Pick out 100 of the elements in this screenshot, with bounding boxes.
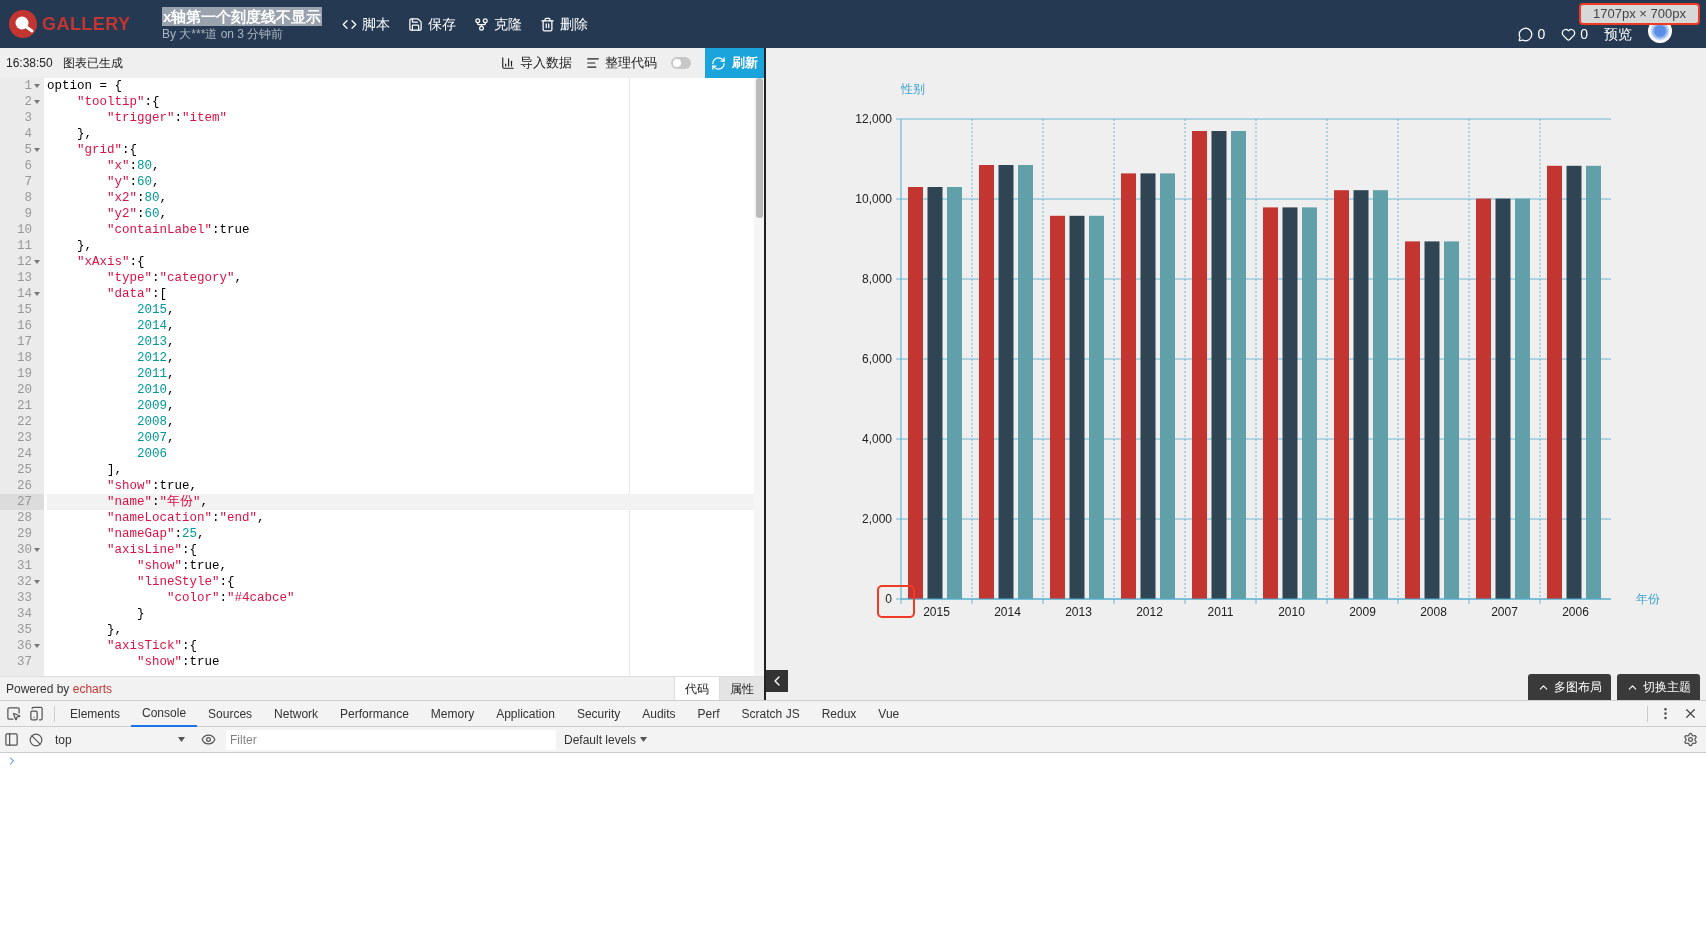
y-axis-label: 6,000	[861, 352, 892, 366]
toggle-switch[interactable]	[671, 57, 691, 69]
line-number: 4	[24, 125, 32, 143]
y-axis-label: 8,000	[861, 272, 892, 286]
line-number: 14	[17, 285, 32, 303]
code-line: 2008,	[136, 414, 175, 430]
line-number: 30	[17, 541, 32, 559]
line-number: 15	[17, 301, 32, 319]
devtools-tab[interactable]: Redux	[810, 700, 868, 727]
panel-tab[interactable]: 属性	[719, 677, 764, 700]
toolbar-button[interactable]: 删除	[540, 13, 589, 35]
chart-title: x轴第一个刻度线不显示	[162, 6, 323, 26]
devtools-tab[interactable]: Perf	[686, 700, 731, 727]
fold-caret-icon[interactable]	[34, 292, 40, 296]
text-lines-icon	[586, 56, 600, 70]
toolbar-button[interactable]: 克隆	[474, 13, 523, 35]
panel-button[interactable]: 多图布局	[1528, 674, 1611, 700]
fold-caret-icon[interactable]	[34, 260, 40, 264]
settings-icon[interactable]	[1683, 732, 1698, 747]
line-number: 6	[24, 157, 32, 175]
log-levels-dropdown[interactable]: Default levels	[564, 730, 648, 749]
code-line: ],	[106, 462, 122, 478]
y-axis-title: 性别	[901, 82, 925, 96]
code-line: 2006	[136, 446, 168, 462]
clear-console-icon[interactable]	[29, 732, 43, 747]
context-select[interactable]: top	[55, 730, 185, 749]
fold-caret-icon[interactable]	[34, 84, 40, 88]
devtools-tab[interactable]: Network	[263, 700, 330, 727]
toolbar-button[interactable]: 保存	[408, 13, 457, 35]
code-line: }	[136, 606, 145, 622]
code-line: option = {	[47, 78, 122, 94]
line-number: 28	[17, 509, 32, 527]
x-axis-label: 2012	[1136, 605, 1163, 619]
y-axis-label: 0	[885, 592, 892, 606]
inspect-icon[interactable]	[6, 706, 21, 721]
line-number: 16	[17, 317, 32, 335]
line-number: 20	[17, 381, 32, 399]
line-number: 26	[17, 477, 32, 495]
devtools-tab[interactable]: Audits	[631, 700, 687, 727]
scrollbar[interactable]	[754, 78, 764, 676]
logo-icon	[8, 9, 38, 39]
devtools-tab[interactable]: Elements	[59, 700, 132, 727]
devtools-tab[interactable]: Security	[565, 700, 632, 727]
x-axis-label: 2014	[994, 605, 1021, 619]
devtools-tab[interactable]: Application	[485, 700, 566, 727]
eye-icon[interactable]	[201, 732, 216, 747]
preview-button[interactable]: 预览	[1604, 23, 1632, 45]
x-axis-label: 2007	[1491, 605, 1518, 619]
device-icon[interactable]	[29, 706, 44, 721]
close-icon[interactable]	[1683, 706, 1698, 721]
devtools-tab[interactable]: Memory	[419, 700, 486, 727]
y-axis-label: 4,000	[861, 432, 892, 446]
line-number: 10	[17, 221, 32, 239]
toolbar-button[interactable]: 脚本	[342, 13, 391, 35]
x-axis-label: 2011	[1207, 605, 1234, 619]
sidebar-toggle-icon[interactable]	[4, 732, 19, 747]
fold-caret-icon[interactable]	[34, 644, 40, 648]
code-line: "show":true,	[106, 478, 198, 494]
code-line: "containLabel":true	[106, 222, 250, 238]
timestamp: 16:38:50	[6, 55, 53, 72]
heart-icon	[1561, 26, 1577, 42]
filter-field[interactable]: Filter	[226, 729, 556, 750]
line-number: 9	[24, 205, 32, 223]
line-number: 8	[24, 189, 32, 207]
code-line: "trigger":"item"	[106, 110, 228, 126]
comments-button[interactable]: 0	[1518, 23, 1546, 45]
code-line: "color":"#4cabce"	[166, 590, 295, 606]
code-line: "nameLocation":"end",	[106, 510, 265, 526]
devtools-tab[interactable]: Scratch JS	[730, 700, 811, 727]
line-number: 19	[17, 365, 32, 383]
comment-icon	[1518, 26, 1534, 42]
devtools-tab[interactable]: Vue	[867, 700, 911, 727]
devtools-tab[interactable]: Sources	[197, 700, 264, 727]
line-number: 27	[17, 493, 32, 511]
line-number: 21	[17, 397, 32, 415]
y-axis-label: 12,000	[855, 112, 892, 126]
toolbar-button[interactable]: 导入数据	[501, 53, 572, 73]
code-line: },	[106, 622, 122, 638]
caret-icon	[178, 737, 185, 742]
panel-tab[interactable]: 代码	[674, 677, 719, 700]
fold-caret-icon[interactable]	[34, 580, 40, 584]
echarts-link[interactable]: echarts	[72, 681, 113, 696]
collapse-button[interactable]	[766, 670, 788, 692]
devtools-tab[interactable]: Performance	[329, 700, 420, 727]
line-number: 24	[17, 445, 32, 463]
size-overlay: 1707px × 700px	[1579, 3, 1700, 25]
line-number: 32	[17, 573, 32, 591]
code-line: },	[76, 238, 92, 254]
code-line: 2015,	[136, 302, 175, 318]
fold-caret-icon[interactable]	[34, 148, 40, 152]
panel-button[interactable]: 切换主题	[1617, 674, 1700, 700]
fold-caret-icon[interactable]	[34, 100, 40, 104]
code-line: 2009,	[136, 398, 175, 414]
powered-by-text: Powered by echarts	[6, 680, 113, 698]
fold-caret-icon[interactable]	[34, 548, 40, 552]
like-button[interactable]: 0	[1561, 23, 1588, 45]
toolbar-button[interactable]: 整理代码	[586, 53, 657, 73]
line-number: 18	[17, 349, 32, 367]
line-number: 34	[17, 605, 32, 623]
line-number: 2	[24, 93, 32, 111]
